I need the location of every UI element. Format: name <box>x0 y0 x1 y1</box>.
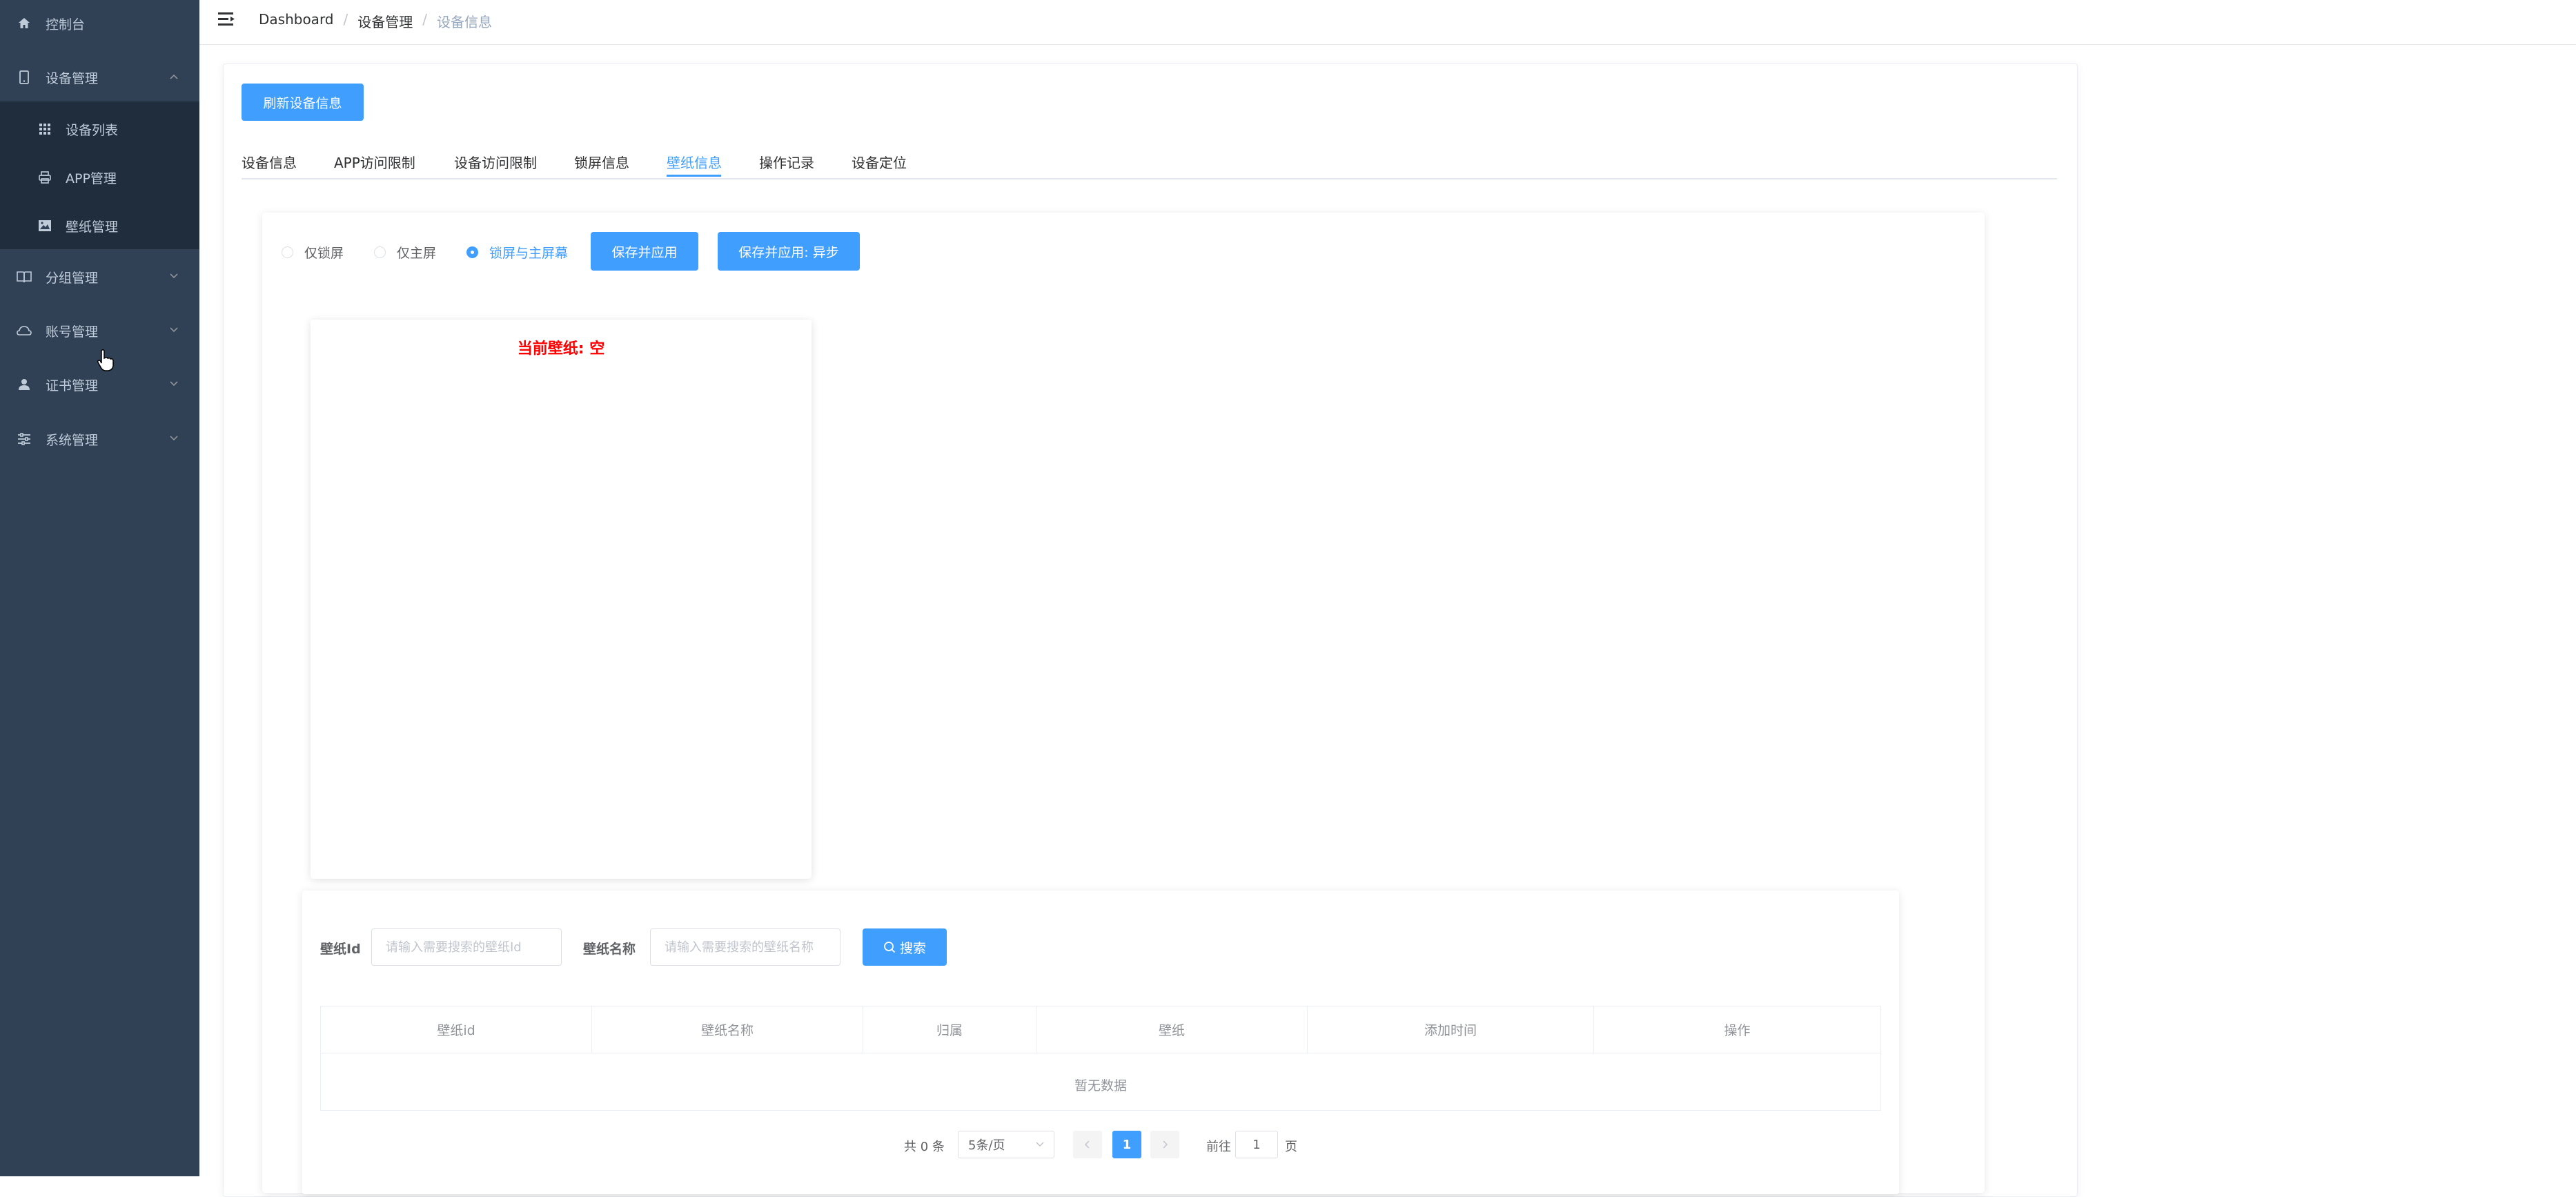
sidebar-item-label: 证书管理 <box>46 378 99 393</box>
sidebar-subitem-label: APP管理 <box>66 171 117 186</box>
chevron-down-icon <box>169 325 179 336</box>
sidebar-item-label: 账号管理 <box>46 324 99 340</box>
radio-circle <box>466 246 478 258</box>
sidebar-subitem-app-management[interactable]: APP管理 <box>0 153 199 202</box>
tab-operation-log[interactable]: 操作记录 <box>759 152 814 172</box>
search-icon <box>883 941 896 953</box>
wallpaper-id-label: 壁纸Id <box>320 942 361 957</box>
printer-icon <box>37 170 52 185</box>
table-header-cell: 操作 <box>1724 1023 1751 1038</box>
tab-app-access-limit[interactable]: APP访问限制 <box>334 152 415 172</box>
tab-device-access-limit[interactable]: 设备访问限制 <box>454 152 537 172</box>
pagination: 共 0 条 5条/页 1 前往 1 页 <box>0 1131 2576 1160</box>
goto-label: 前往 <box>1206 1140 1231 1154</box>
chevron-right-icon <box>1162 1140 1168 1149</box>
chevron-up-icon <box>169 72 179 83</box>
radio-label: 仅主屏 <box>397 246 437 261</box>
sidebar-subitem-device-list[interactable]: 设备列表 <box>0 105 199 153</box>
radio-label: 锁屏与主屏幕 <box>489 246 569 261</box>
tab-device-location[interactable]: 设备定位 <box>852 152 907 172</box>
wallpaper-id-input[interactable] <box>371 928 562 966</box>
refresh-device-info-button[interactable]: 刷新设备信息 <box>242 84 364 121</box>
sidebar: 控制台 设备管理 设备列表 APP管理 壁纸管理 分组管理 账号管理 证书管理 … <box>0 0 199 1176</box>
hamburger-icon[interactable] <box>218 12 236 27</box>
sidebar-subitem-label: 壁纸管理 <box>66 219 119 235</box>
user-icon <box>17 377 32 392</box>
prev-page-button[interactable] <box>1073 1131 1102 1158</box>
wallpaper-name-label: 壁纸名称 <box>583 942 636 957</box>
wallpaper-preview: 当前壁纸: 空 <box>311 320 812 879</box>
active-tab-indicator <box>667 175 721 177</box>
breadcrumb: Dashboard / 设备管理 / 设备信息 <box>259 11 492 31</box>
top-navbar <box>199 0 2576 45</box>
goto-page-input[interactable]: 1 <box>1235 1131 1278 1158</box>
table-header-cell: 壁纸名称 <box>592 1006 863 1053</box>
breadcrumb-dashboard[interactable]: Dashboard <box>259 11 334 31</box>
table-header-cell: 壁纸 <box>1036 1006 1308 1053</box>
tab-bar: 设备信息 APP访问限制 设备访问限制 锁屏信息 壁纸信息 操作记录 设备定位 <box>242 145 2057 179</box>
wallpaper-name-input[interactable] <box>650 928 840 966</box>
tab-device-info[interactable]: 设备信息 <box>242 152 297 172</box>
radio-circle <box>374 246 386 258</box>
sidebar-item-account-management[interactable]: 账号管理 <box>0 308 199 353</box>
table-header-cell: 壁纸id <box>321 1006 592 1053</box>
search-button-label: 搜索 <box>899 940 926 956</box>
table-header-cell: 归属 <box>863 1006 1036 1053</box>
sidebar-item-label: 设备管理 <box>46 70 99 86</box>
sidebar-item-device-management[interactable]: 设备管理 <box>0 55 199 100</box>
grid-icon <box>37 121 52 137</box>
sidebar-item-label: 分组管理 <box>46 270 99 286</box>
current-wallpaper-label: 当前壁纸: 空 <box>517 340 605 358</box>
sidebar-item-label: 系统管理 <box>46 432 99 448</box>
tablet-icon <box>17 70 32 85</box>
breadcrumb-separator: / <box>422 11 428 28</box>
breadcrumb-separator: / <box>343 11 348 28</box>
book-icon <box>17 269 32 284</box>
radio-home-screen-only[interactable]: 仅主屏 <box>374 243 436 262</box>
next-page-button[interactable] <box>1150 1131 1179 1158</box>
radio-lock-screen-only[interactable]: 仅锁屏 <box>282 243 344 262</box>
tab-lock-screen-info[interactable]: 锁屏信息 <box>574 152 629 172</box>
cloud-icon <box>17 323 32 338</box>
sidebar-subitem-wallpaper-management[interactable]: 壁纸管理 <box>0 202 199 250</box>
page-number-current[interactable]: 1 <box>1112 1131 1141 1158</box>
table-empty-text: 暂无数据 <box>1074 1078 1127 1093</box>
save-apply-async-button[interactable]: 保存并应用: 异步 <box>718 232 860 271</box>
sidebar-subitem-label: 设备列表 <box>66 122 119 138</box>
chevron-down-icon <box>169 379 179 390</box>
home-icon <box>17 16 32 31</box>
mouse-cursor-icon <box>97 349 115 375</box>
radio-lock-and-home-screen[interactable]: 锁屏与主屏幕 <box>466 243 568 262</box>
chevron-down-icon <box>169 271 179 282</box>
sidebar-item-system-management[interactable]: 系统管理 <box>0 416 199 462</box>
page-suffix-label: 页 <box>1285 1140 1297 1154</box>
table-header-cell: 添加时间 <box>1308 1006 1594 1053</box>
breadcrumb-device-management[interactable]: 设备管理 <box>357 11 413 31</box>
wallpaper-table: 壁纸id 壁纸名称 归属 壁纸 添加时间 操作 暂无数据 <box>320 1006 1881 1111</box>
sidebar-item-group-management[interactable]: 分组管理 <box>0 254 199 300</box>
pagination-total: 共 0 条 <box>904 1140 945 1154</box>
page-size-select[interactable]: 5条/页 <box>958 1131 1054 1158</box>
chevron-left-icon <box>1085 1140 1090 1149</box>
radio-circle <box>282 246 293 258</box>
chevron-down-icon <box>1036 1142 1044 1147</box>
sidebar-item-label: 控制台 <box>46 17 86 32</box>
sidebar-item-dashboard[interactable]: 控制台 <box>0 1 199 46</box>
tab-wallpaper-info[interactable]: 壁纸信息 <box>667 152 722 172</box>
sliders-icon <box>17 431 32 447</box>
picture-icon <box>37 218 52 233</box>
page-size-value: 5条/页 <box>968 1138 1005 1153</box>
chevron-down-icon <box>169 434 179 445</box>
save-apply-button[interactable]: 保存并应用 <box>591 232 698 271</box>
breadcrumb-current: 设备信息 <box>437 14 493 30</box>
radio-label: 仅锁屏 <box>304 246 344 261</box>
search-button[interactable]: 搜索 <box>863 928 947 966</box>
